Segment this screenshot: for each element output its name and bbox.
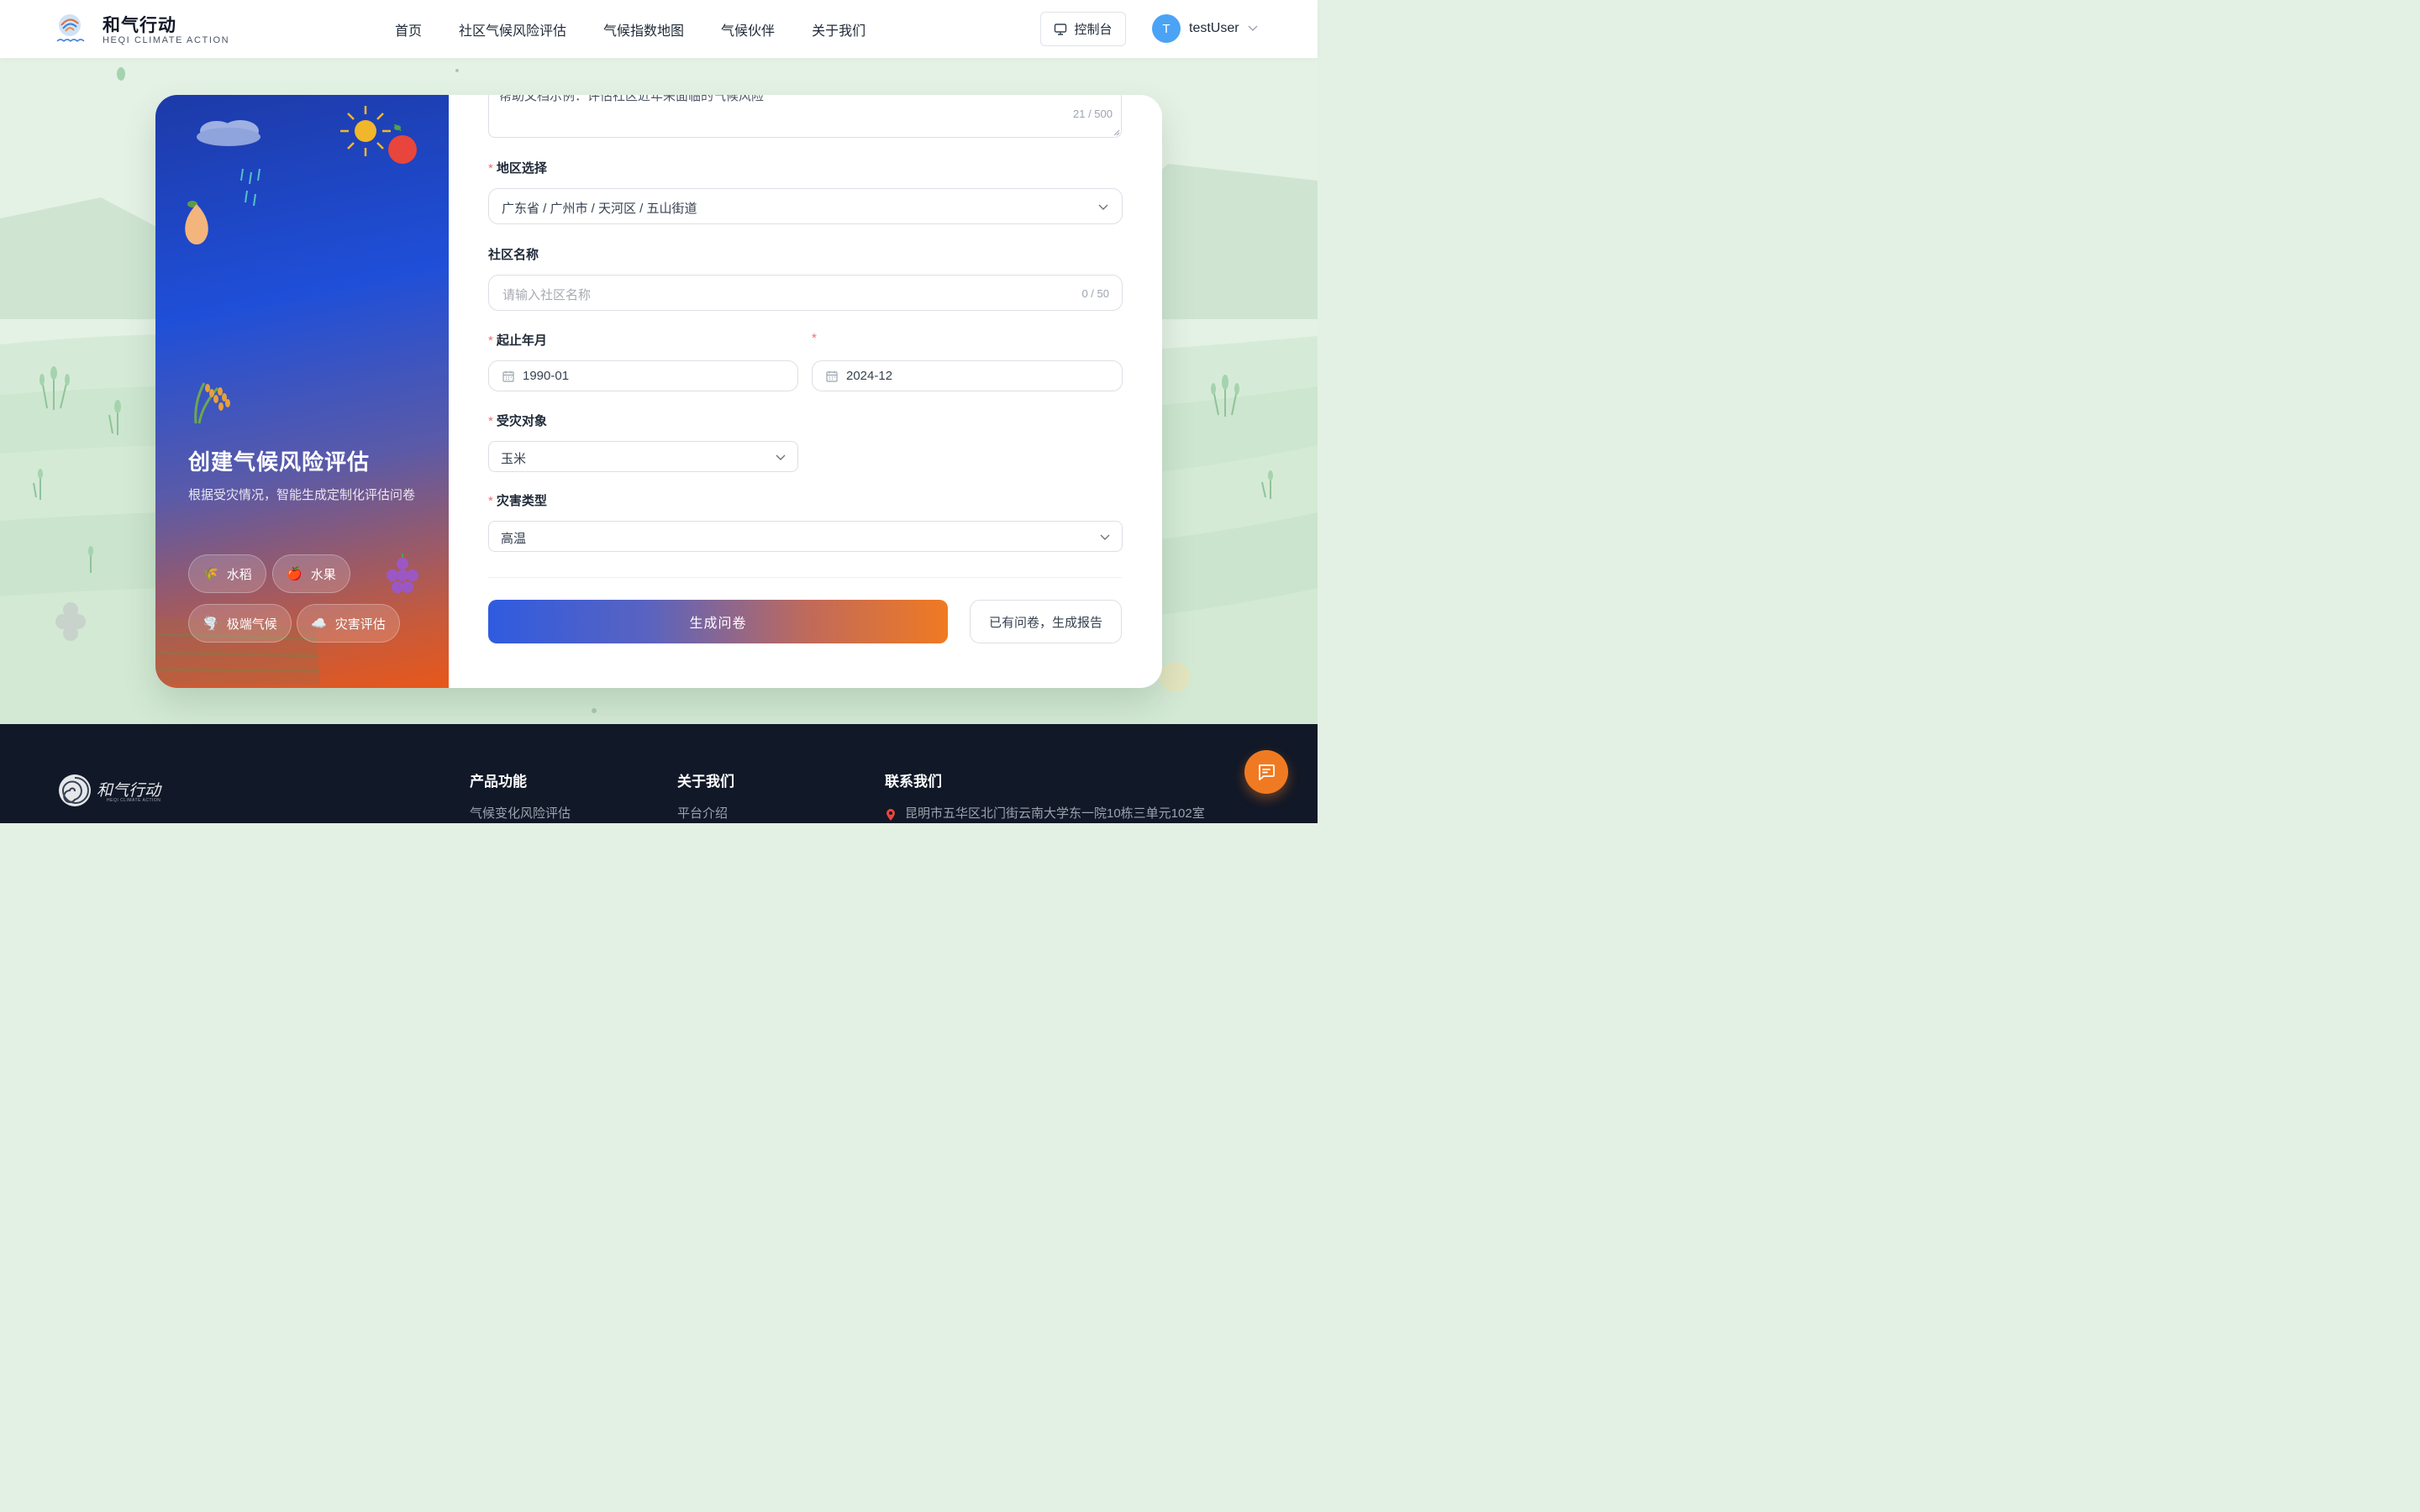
footer-heading-products: 产品功能 bbox=[470, 774, 527, 790]
nav-climate-map[interactable]: 气候指数地图 bbox=[585, 19, 702, 39]
hero-title: 创建气候风险评估 bbox=[188, 449, 371, 475]
rice-icon: 🌾 bbox=[203, 567, 218, 581]
start-date-value: 1990-01 bbox=[523, 369, 570, 383]
required-mark: * bbox=[488, 333, 493, 348]
rain-icon bbox=[240, 168, 260, 207]
footer-heading-about: 关于我们 bbox=[677, 774, 734, 790]
disaster-value: 高温 bbox=[501, 532, 527, 546]
nav-about[interactable]: 关于我们 bbox=[793, 19, 884, 39]
community-placeholder: 请输入社区名称 bbox=[502, 288, 592, 302]
chip-extreme-climate[interactable]: 🌪️ 极端气候 bbox=[188, 604, 292, 643]
brand-title: 和气行动 bbox=[103, 16, 176, 35]
brand-subtitle: HEQI CLIMATE ACTION bbox=[103, 35, 230, 45]
apple-icon: 🍎 bbox=[287, 567, 302, 581]
swirl-logo-icon bbox=[59, 774, 91, 806]
generate-questionnaire-button[interactable]: 生成问卷 bbox=[488, 600, 948, 643]
avatar[interactable]: T bbox=[1152, 14, 1181, 43]
required-mark: * bbox=[488, 161, 493, 176]
cloud-icon: ☁️ bbox=[311, 617, 327, 631]
assessment-form: 帮助文档示例：评估社区近年来面临的气候风险 21 / 500 * 地区选择 广东省… bbox=[488, 95, 1123, 688]
top-navbar: 和气行动 HEQI CLIMATE ACTION 首页 社区气候风险评估 气候指… bbox=[0, 0, 1318, 59]
site-footer: 和气行动 HEQI CLIMATE ACTION 产品功能 气候变化风险评估 关… bbox=[0, 724, 1318, 823]
required-mark: * bbox=[812, 331, 817, 345]
sun-icon bbox=[340, 106, 391, 156]
end-date-label: * bbox=[812, 331, 820, 345]
community-name-input[interactable]: 请输入社区名称 0 / 50 bbox=[488, 275, 1123, 311]
chevron-down-icon bbox=[776, 454, 786, 460]
nav-risk-assessment[interactable]: 社区气候风险评估 bbox=[440, 19, 585, 39]
rice-icon bbox=[194, 382, 230, 424]
description-textarea[interactable]: 帮助文档示例：评估社区近年来面临的气候风险 21 / 500 bbox=[488, 95, 1122, 138]
chip-fruit[interactable]: 🍎 水果 bbox=[272, 554, 350, 593]
main-nav: 首页 社区气候风险评估 气候指数地图 气候伙伴 关于我们 bbox=[376, 0, 884, 58]
community-label: 社区名称 bbox=[488, 248, 539, 262]
cloud-icon bbox=[197, 120, 260, 146]
chip-label: 水果 bbox=[310, 567, 336, 582]
target-select[interactable]: 玉米 bbox=[488, 441, 798, 472]
chat-button[interactable] bbox=[1244, 750, 1288, 794]
console-label: 控制台 bbox=[1074, 23, 1113, 37]
required-mark: * bbox=[488, 414, 493, 428]
chevron-down-icon bbox=[1100, 534, 1110, 540]
chip-label: 水稻 bbox=[226, 567, 252, 582]
nav-partners[interactable]: 气候伙伴 bbox=[702, 19, 793, 39]
target-value: 玉米 bbox=[501, 452, 527, 466]
hero-panel: 创建气候风险评估 根据受灾情况，智能生成定制化评估问卷 🌾 水稻 🍎 水果 🌪️… bbox=[155, 95, 449, 688]
form-divider bbox=[488, 577, 1122, 578]
chevron-down-icon bbox=[1098, 204, 1108, 210]
resize-handle-icon[interactable] bbox=[1113, 129, 1120, 136]
location-pin-icon bbox=[886, 809, 895, 821]
apple-icon bbox=[388, 123, 417, 164]
chevron-down-icon[interactable] bbox=[1248, 24, 1258, 32]
footer-link-risk-assessment[interactable]: 气候变化风险评估 bbox=[470, 804, 571, 822]
footer-heading-contact: 联系我们 bbox=[885, 774, 942, 790]
chip-label: 灾害评估 bbox=[334, 617, 386, 632]
assessment-card: 创建气候风险评估 根据受灾情况，智能生成定制化评估问卷 🌾 水稻 🍎 水果 🌪️… bbox=[155, 95, 1162, 688]
calendar-icon bbox=[826, 371, 838, 382]
generate-report-button[interactable]: 已有问卷，生成报告 bbox=[970, 600, 1122, 643]
monitor-icon bbox=[1055, 23, 1067, 35]
region-label: * 地区选择 bbox=[488, 161, 547, 176]
disaster-label: * 灾害类型 bbox=[488, 494, 547, 508]
description-counter: 21 / 500 bbox=[1073, 108, 1113, 120]
username[interactable]: testUser bbox=[1189, 21, 1239, 36]
required-mark: * bbox=[488, 494, 493, 508]
end-date-value: 2024-12 bbox=[846, 369, 893, 383]
console-button[interactable]: 控制台 bbox=[1040, 12, 1126, 46]
target-label: * 受灾对象 bbox=[488, 414, 547, 428]
chat-icon bbox=[1258, 764, 1275, 780]
chip-label: 极端气候 bbox=[226, 617, 277, 632]
end-date-picker[interactable]: 2024-12 bbox=[812, 360, 1123, 391]
footer-logo-subtext: HEQI CLIMATE ACTION bbox=[107, 798, 161, 803]
chip-rice[interactable]: 🌾 水稻 bbox=[188, 554, 266, 593]
footer-address: 昆明市五华区北门街云南大学东一院10栋三单元102室 bbox=[905, 806, 1205, 821]
disaster-select[interactable]: 高温 bbox=[488, 521, 1123, 552]
nav-home[interactable]: 首页 bbox=[376, 19, 440, 39]
community-counter: 0 / 50 bbox=[1081, 287, 1109, 300]
region-value: 广东省 / 广州市 / 天河区 / 五山街道 bbox=[502, 202, 697, 216]
grape-icon bbox=[387, 554, 418, 593]
region-select[interactable]: 广东省 / 广州市 / 天河区 / 五山街道 bbox=[488, 188, 1123, 224]
peach-icon bbox=[185, 201, 208, 244]
chip-disaster-assessment[interactable]: ☁️ 灾害评估 bbox=[297, 604, 400, 643]
date-range-label: * 起止年月 bbox=[488, 333, 547, 348]
description-value: 帮助文档示例：评估社区近年来面临的气候风险 bbox=[499, 95, 765, 103]
calendar-icon bbox=[502, 371, 514, 382]
hero-description: 根据受灾情况，智能生成定制化评估问卷 bbox=[188, 488, 416, 502]
brand-logo[interactable] bbox=[55, 13, 86, 45]
tornado-icon: 🌪️ bbox=[203, 617, 218, 631]
footer-link-platform-intro[interactable]: 平台介绍 bbox=[677, 804, 728, 822]
start-date-picker[interactable]: 1990-01 bbox=[488, 360, 798, 391]
footer-logo-text: 和气行动 bbox=[97, 781, 161, 800]
